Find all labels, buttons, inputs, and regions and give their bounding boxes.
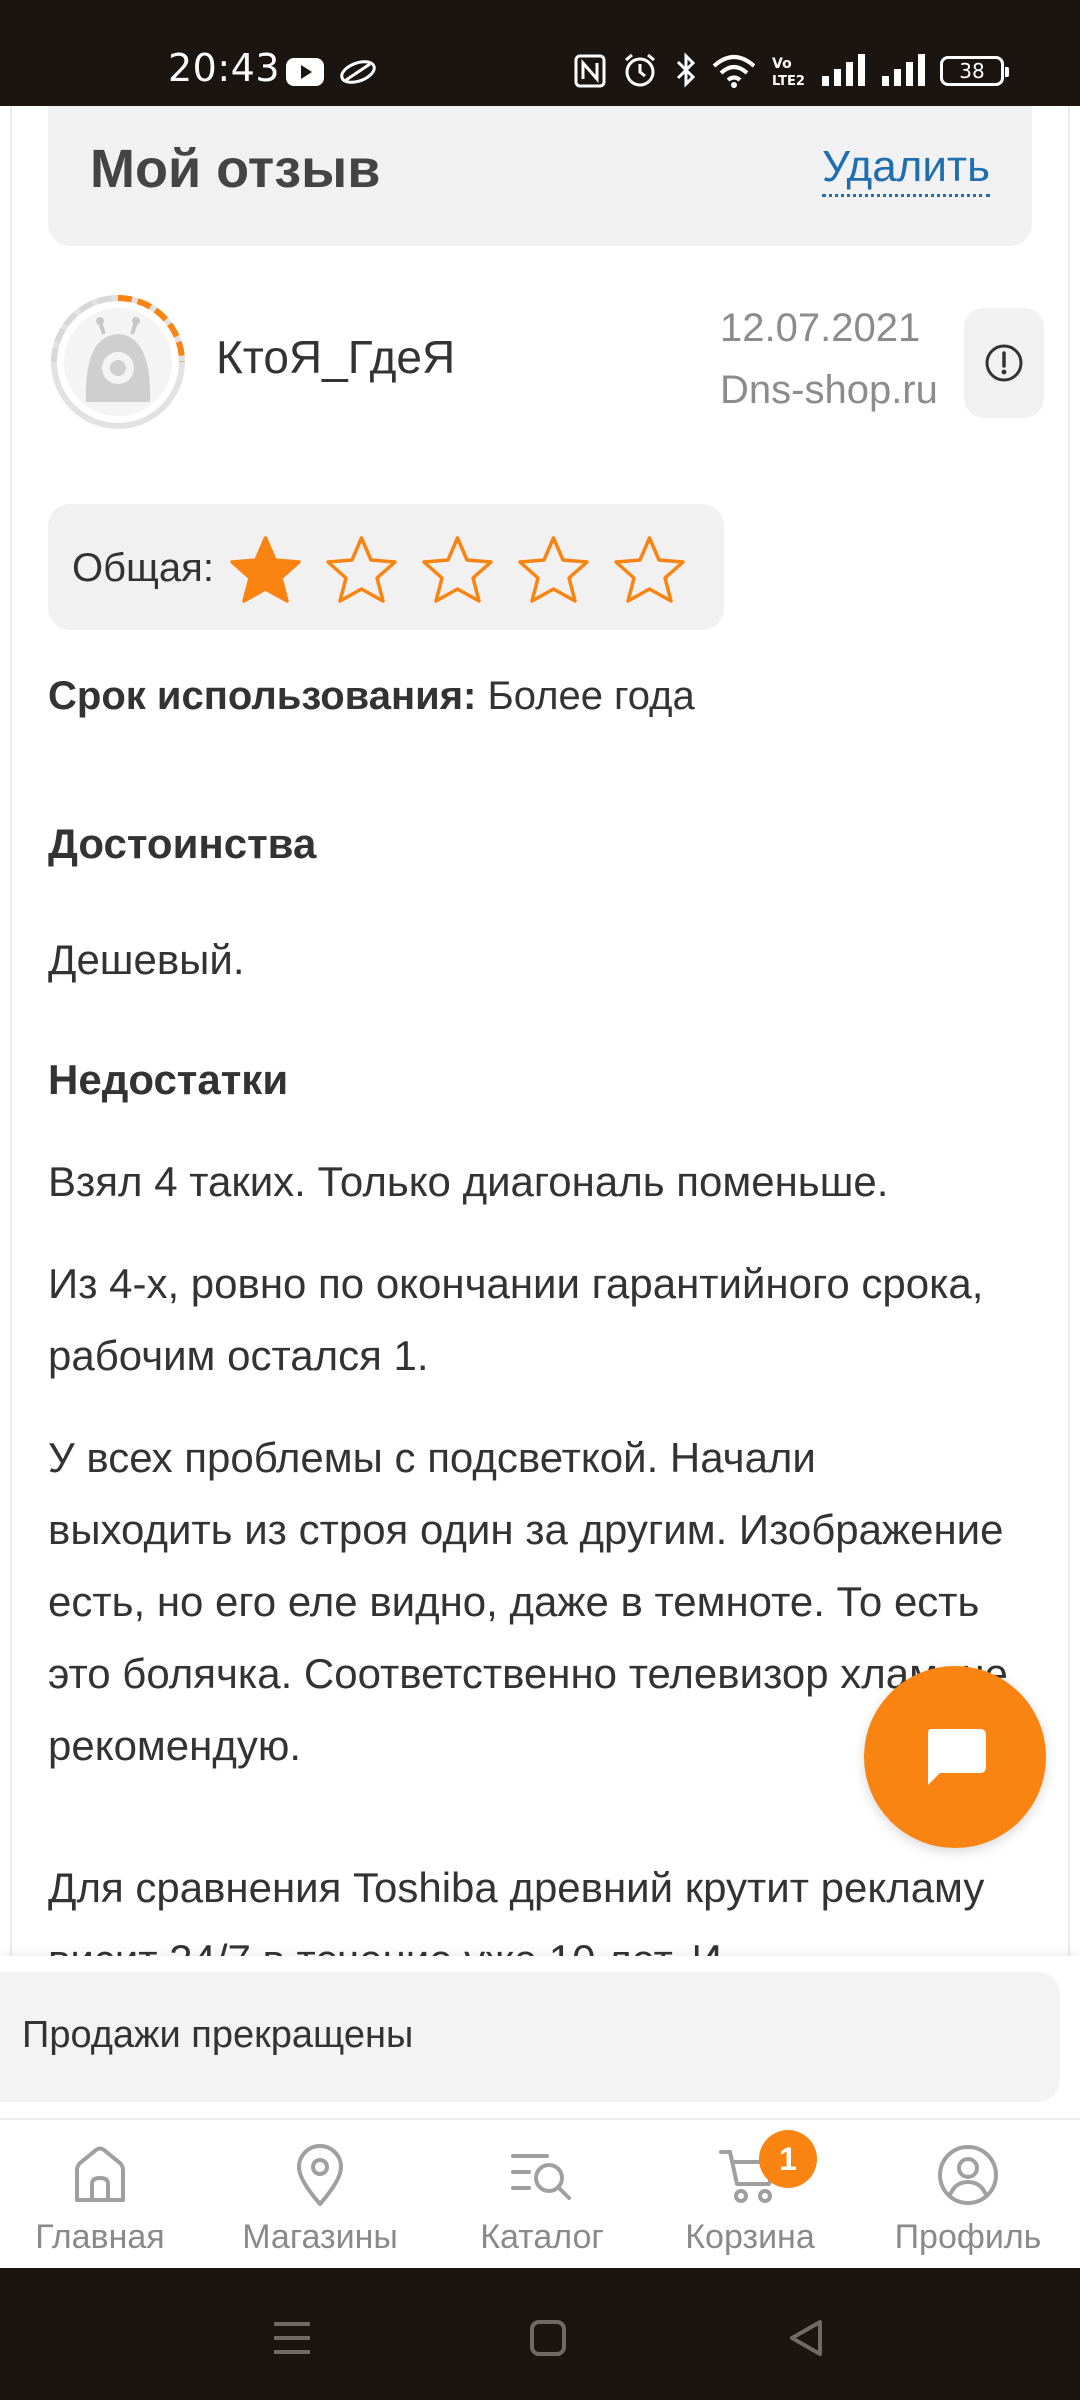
svg-text:Vo: Vo bbox=[772, 56, 792, 72]
nav-label-profile: Профиль bbox=[894, 2218, 1042, 2256]
cons-paragraph: Взял 4 таких. Только диагональ поменьше. bbox=[48, 1158, 889, 1205]
author-name: КтоЯ_ГдеЯ bbox=[216, 331, 456, 383]
divider bbox=[1068, 106, 1070, 1956]
nav-label-cart: Корзина bbox=[685, 2218, 815, 2256]
profile-icon bbox=[938, 2145, 998, 2205]
rating-box: Общая: bbox=[48, 504, 724, 630]
sale-status-panel: Продажи прекращены bbox=[0, 1956, 1080, 2118]
review-date: 12.07.2021 bbox=[720, 306, 921, 350]
alarm-icon bbox=[625, 53, 655, 87]
nav-item-cart[interactable]: 1 Корзина bbox=[650, 2130, 850, 2257]
review-source: Dns-shop.ru bbox=[720, 368, 938, 412]
bottom-nav: Главная Магазины Каталог 1 Корзина Профи… bbox=[0, 2118, 1080, 2268]
pros-text: Дешевый. bbox=[48, 936, 245, 983]
back-button[interactable] bbox=[776, 2308, 836, 2368]
cons-paragraph: Из 4-х, ровно по окончании гарантийного … bbox=[48, 1260, 984, 1379]
star-empty-icon bbox=[518, 536, 589, 603]
avatar[interactable] bbox=[48, 292, 188, 432]
back-triangle-icon bbox=[790, 2320, 822, 2356]
cons-paragraph: Для сравнения Toshiba древний крутит рек… bbox=[48, 1864, 985, 1956]
sale-status-box: Продажи прекращены bbox=[0, 1972, 1060, 2102]
square-icon bbox=[530, 2320, 566, 2356]
map-pin-icon bbox=[297, 2144, 343, 2206]
system-navigation-bar bbox=[0, 2268, 1080, 2400]
delete-review-link[interactable]: Удалить bbox=[822, 142, 990, 197]
home-system-button[interactable] bbox=[518, 2308, 578, 2368]
chat-bubble-icon bbox=[928, 1729, 986, 1785]
review-header: Мой отзыв Удалить bbox=[48, 106, 1032, 246]
svg-text:LTE2: LTE2 bbox=[772, 74, 805, 88]
nav-label-home: Главная bbox=[35, 2218, 165, 2256]
catalog-search-icon bbox=[511, 2154, 571, 2200]
cons-paragraph: У всех проблемы с подсветкой. Начали вых… bbox=[48, 1434, 1008, 1769]
cart-count-badge: 1 bbox=[759, 2130, 817, 2188]
nav-label-catalog: Каталог bbox=[480, 2218, 604, 2256]
app-icon bbox=[340, 60, 376, 84]
signal-icon bbox=[882, 54, 925, 86]
volte-icon: Vo LTE2 bbox=[772, 56, 805, 88]
rating-stars bbox=[228, 534, 687, 604]
pros-title: Достоинства bbox=[48, 820, 317, 867]
chat-button[interactable] bbox=[864, 1666, 1046, 1848]
alert-circle-icon bbox=[985, 344, 1023, 382]
bluetooth-icon bbox=[676, 52, 696, 88]
status-time: 20:43 bbox=[168, 46, 281, 90]
nav-item-profile[interactable]: Профиль bbox=[868, 2140, 1068, 2257]
home-icon bbox=[75, 2146, 125, 2202]
report-button[interactable] bbox=[964, 308, 1044, 418]
nav-item-home[interactable]: Главная bbox=[0, 2140, 200, 2257]
star-filled-icon bbox=[230, 536, 301, 603]
sale-status-text: Продажи прекращены bbox=[22, 2014, 414, 2056]
nav-item-catalog[interactable]: Каталог bbox=[442, 2140, 642, 2257]
rating-label: Общая: bbox=[72, 546, 214, 590]
usage-period: Срок использования: Более года bbox=[48, 674, 695, 719]
wifi-icon bbox=[712, 55, 756, 88]
cart-icon-wrap: 1 bbox=[715, 2130, 817, 2210]
cons-title: Недостатки bbox=[48, 1056, 289, 1103]
divider bbox=[10, 106, 12, 1956]
youtube-icon bbox=[286, 58, 324, 86]
battery-indicator: 38 bbox=[940, 56, 1009, 86]
star-empty-icon bbox=[614, 536, 685, 603]
star-empty-icon bbox=[422, 536, 493, 603]
signal-icon bbox=[822, 54, 865, 86]
usage-value: Более года bbox=[487, 674, 695, 718]
status-bar: 20:43 Vo LTE2 38 bbox=[0, 0, 1080, 106]
nfc-icon bbox=[574, 54, 606, 88]
nav-label-stores: Магазины bbox=[242, 2218, 398, 2256]
review-title: Мой отзыв bbox=[90, 139, 381, 199]
usage-label: Срок использования: bbox=[48, 674, 477, 718]
nav-item-stores[interactable]: Магазины bbox=[220, 2140, 420, 2257]
menu-icon bbox=[274, 2322, 310, 2354]
star-empty-icon bbox=[326, 536, 397, 603]
menu-button[interactable] bbox=[262, 2308, 322, 2368]
